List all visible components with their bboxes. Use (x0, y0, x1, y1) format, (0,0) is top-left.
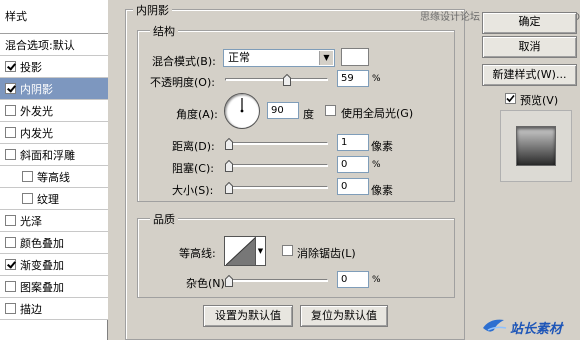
style-item-label: 颜色叠加 (20, 236, 64, 250)
style-item[interactable]: 内发光 (0, 122, 108, 144)
angle-unit: 度 (303, 108, 314, 121)
style-item-label: 投影 (20, 60, 42, 74)
style-item-label: 纹理 (37, 192, 59, 206)
style-item[interactable]: 描边 (0, 298, 108, 320)
contour-picker[interactable]: ▼ (224, 236, 266, 266)
style-item-checkbox[interactable] (22, 193, 33, 204)
style-item-checkbox[interactable] (22, 171, 33, 182)
ok-button[interactable]: 确定 (482, 12, 577, 34)
noise-label: 杂色(N): (186, 277, 229, 290)
anti-alias-label: 消除锯齿(L) (297, 247, 356, 260)
size-slider-thumb[interactable] (225, 182, 233, 194)
preview-checkbox[interactable] (505, 93, 516, 104)
size-unit: 像素 (371, 184, 393, 197)
style-item[interactable]: 内阴影 (0, 78, 108, 100)
style-item-checkbox[interactable] (5, 259, 16, 270)
quality-title: 品质 (150, 211, 178, 227)
choke-input[interactable]: 0 (337, 156, 369, 173)
global-light-checkbox[interactable] (325, 105, 336, 116)
opacity-unit: % (372, 74, 381, 84)
distance-label: 距离(D): (172, 140, 215, 153)
opacity-label: 不透明度(O): (150, 76, 215, 89)
preview-swatch (516, 126, 556, 166)
distance-unit: 像素 (371, 140, 393, 153)
size-input[interactable]: 0 (337, 178, 369, 195)
style-item-label: 外发光 (20, 104, 53, 118)
choke-unit: % (372, 160, 381, 170)
blend-options-item[interactable]: 混合选项:默认 (0, 34, 108, 56)
style-item-label: 斜面和浮雕 (20, 148, 75, 162)
opacity-slider-track[interactable] (225, 78, 328, 81)
choke-label: 阻塞(C): (172, 162, 214, 175)
logo-icon (483, 319, 507, 332)
noise-input[interactable]: 0 (337, 271, 369, 288)
styles-list-title: 样式 (0, 0, 108, 34)
style-item-checkbox[interactable] (5, 61, 16, 72)
noise-slider-track[interactable] (225, 279, 328, 282)
style-item[interactable]: 投影 (0, 56, 108, 78)
angle-input[interactable]: 90 (267, 102, 299, 119)
choke-slider-thumb[interactable] (225, 160, 233, 172)
styles-list: 样式 混合选项:默认 投影内阴影外发光内发光斜面和浮雕等高线纹理光泽颜色叠加渐变… (0, 0, 108, 340)
new-style-button[interactable]: 新建样式(W)... (482, 64, 577, 86)
style-item-checkbox[interactable] (5, 303, 16, 314)
style-item-checkbox[interactable] (5, 215, 16, 226)
structure-title: 结构 (150, 23, 178, 39)
style-preview (500, 110, 572, 182)
checkmark-icon (506, 94, 515, 103)
size-slider-track[interactable] (225, 186, 328, 189)
make-default-button[interactable]: 设置为默认值 (203, 305, 293, 327)
contour-preview-icon (226, 237, 256, 265)
cancel-button[interactable]: 取消 (482, 36, 577, 58)
style-item[interactable]: 光泽 (0, 210, 108, 232)
style-item[interactable]: 外发光 (0, 100, 108, 122)
distance-slider-thumb[interactable] (225, 138, 233, 150)
style-item-label: 内发光 (20, 126, 53, 140)
style-item-checkbox[interactable] (5, 237, 16, 248)
chevron-down-icon: ▼ (319, 51, 333, 65)
logo-watermark: 站长素材 (480, 312, 580, 340)
style-item-label: 光泽 (20, 214, 42, 228)
style-item[interactable]: 斜面和浮雕 (0, 144, 108, 166)
contour-label: 等高线: (179, 247, 216, 260)
style-item-label: 描边 (20, 302, 42, 316)
choke-slider-track[interactable] (225, 164, 328, 167)
blend-mode-value: 正常 (228, 51, 250, 64)
style-item[interactable]: 纹理 (0, 188, 108, 210)
style-item-label: 内阴影 (20, 82, 53, 96)
blend-mode-label: 混合模式(B): (152, 55, 216, 68)
noise-unit: % (372, 275, 381, 285)
style-item-label: 渐变叠加 (20, 258, 64, 272)
style-item-checkbox[interactable] (5, 127, 16, 138)
contour-dropdown-icon[interactable]: ▼ (255, 237, 265, 265)
style-item-checkbox[interactable] (5, 105, 16, 116)
blend-mode-select[interactable]: 正常 ▼ (223, 49, 335, 67)
anti-alias-checkbox[interactable] (282, 245, 293, 256)
shadow-color-swatch[interactable] (341, 48, 369, 66)
style-item[interactable]: 图案叠加 (0, 276, 108, 298)
logo-text: 站长素材 (510, 322, 563, 337)
preview-label: 预览(V) (520, 94, 559, 107)
style-item[interactable]: 等高线 (0, 166, 108, 188)
global-light-label: 使用全局光(G) (341, 107, 414, 120)
style-item[interactable]: 颜色叠加 (0, 232, 108, 254)
style-item-label: 图案叠加 (20, 280, 64, 294)
style-item-checkbox[interactable] (5, 281, 16, 292)
angle-dial[interactable] (224, 93, 260, 129)
inner-shadow-title: 内阴影 (133, 2, 172, 18)
style-item-checkbox[interactable] (5, 149, 16, 160)
style-item-label: 等高线 (37, 170, 70, 184)
distance-input[interactable]: 1 (337, 134, 369, 151)
blend-options-label: 混合选项:默认 (5, 38, 75, 52)
opacity-slider-thumb[interactable] (283, 74, 291, 86)
style-item[interactable]: 渐变叠加 (0, 254, 108, 276)
noise-slider-thumb[interactable] (225, 275, 233, 287)
opacity-input[interactable]: 59 (337, 70, 369, 87)
angle-label: 角度(A): (176, 108, 218, 121)
size-label: 大小(S): (172, 184, 214, 197)
style-item-checkbox[interactable] (5, 83, 16, 94)
distance-slider-track[interactable] (225, 142, 328, 145)
reset-default-button[interactable]: 复位为默认值 (300, 305, 388, 327)
